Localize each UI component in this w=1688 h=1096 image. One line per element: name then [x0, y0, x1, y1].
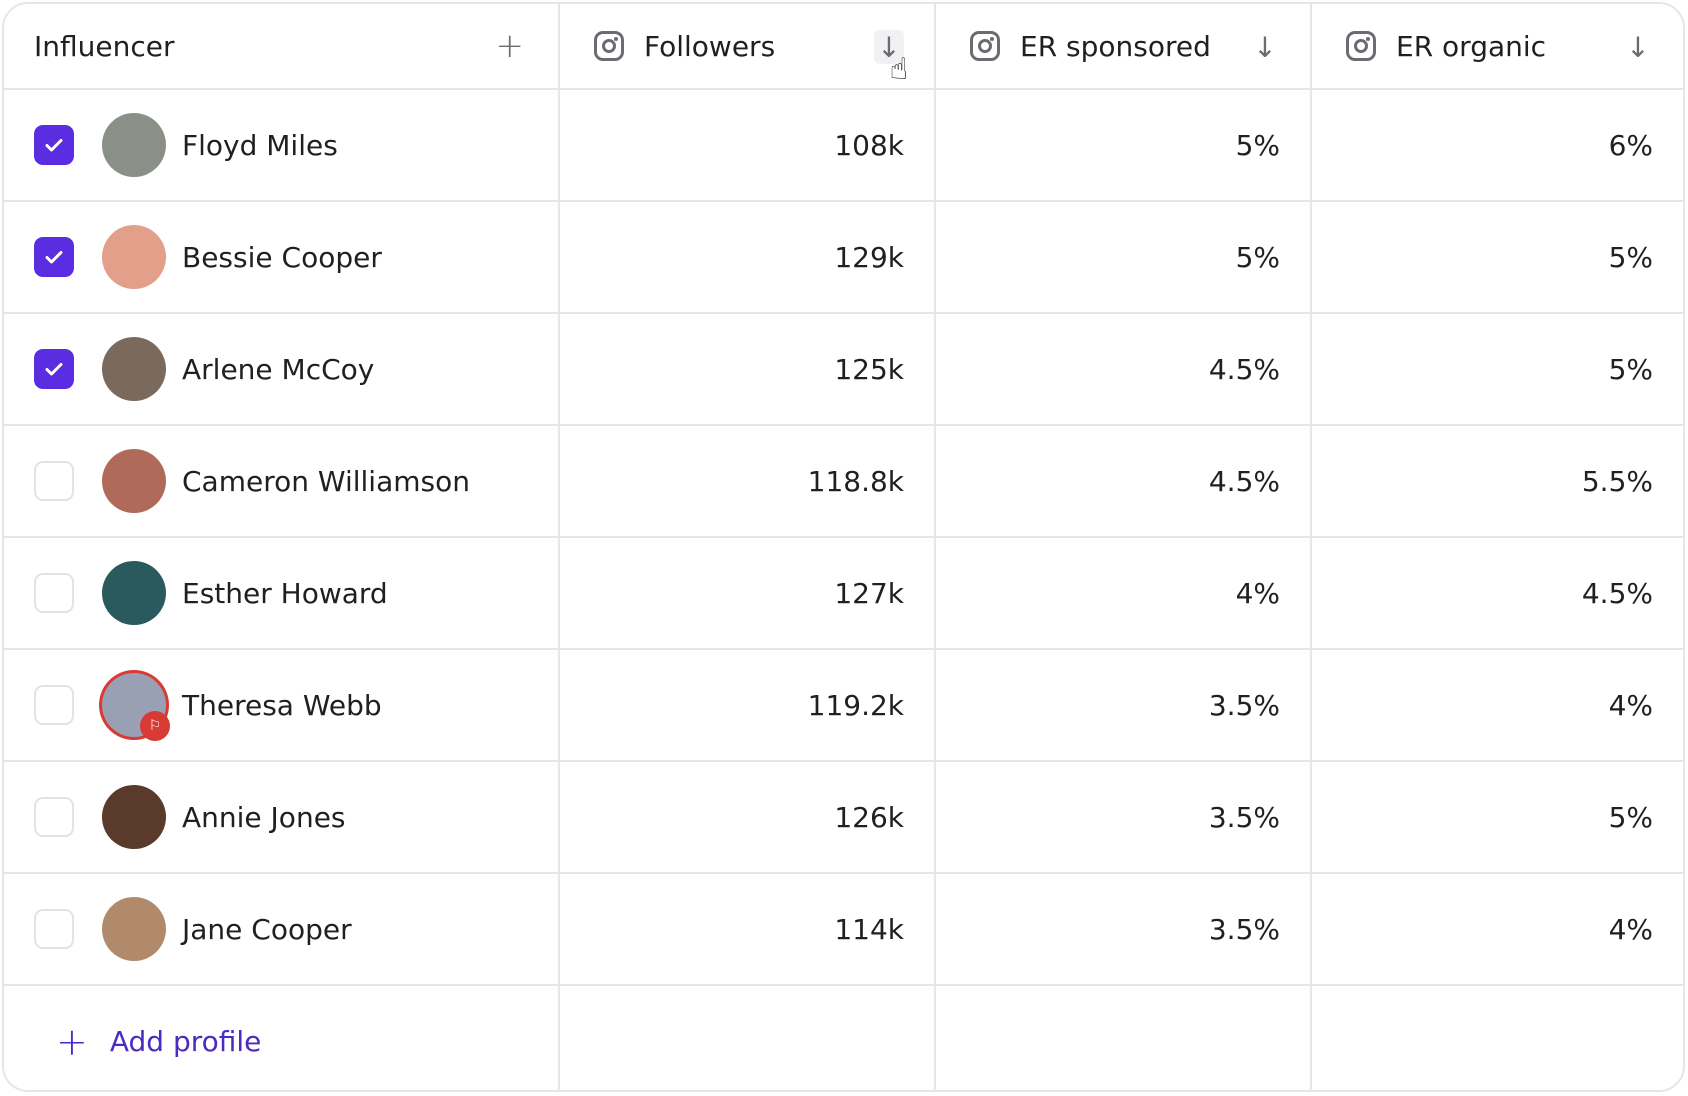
table-row[interactable]: Esther Howard 127k 4% 4.5%: [4, 538, 1683, 650]
instagram-icon: [594, 31, 624, 61]
row-checkbox[interactable]: [34, 573, 74, 613]
add-profile-button[interactable]: + Add profile: [56, 1020, 261, 1064]
influencer-cell: Annie Jones: [4, 762, 560, 874]
influencer-table: Influencer + Followers ↓ ☝ ER sponsored …: [2, 2, 1685, 1092]
sort-er-sponsored-arrow-down-icon[interactable]: ↓: [1250, 30, 1280, 64]
footer-empty-cell: [560, 986, 936, 1090]
avatar[interactable]: [102, 225, 166, 289]
header-er-organic[interactable]: ER organic ↓: [1312, 4, 1683, 90]
table-row[interactable]: Jane Cooper 114k 3.5% 4%: [4, 874, 1683, 986]
er-sponsored-cell: 3.5%: [936, 762, 1312, 874]
er-sponsored-cell: 5%: [936, 202, 1312, 314]
followers-cell: 119.2k: [560, 650, 936, 762]
influencer-cell: Cameron Williamson: [4, 426, 560, 538]
instagram-icon: [970, 31, 1000, 61]
row-checkbox[interactable]: [34, 349, 74, 389]
footer-empty-cell: [1312, 986, 1683, 1090]
influencer-cell: Esther Howard: [4, 538, 560, 650]
avatar[interactable]: [102, 449, 166, 513]
header-er-sponsored[interactable]: ER sponsored ↓: [936, 4, 1312, 90]
influencer-name[interactable]: Esther Howard: [182, 577, 388, 610]
header-followers[interactable]: Followers ↓ ☝: [560, 4, 936, 90]
followers-cell: 126k: [560, 762, 936, 874]
checkmark-icon: [45, 139, 63, 152]
header-influencer-label: Influencer: [34, 29, 175, 63]
influencer-name[interactable]: Bessie Cooper: [182, 241, 382, 274]
avatar[interactable]: [102, 897, 166, 961]
table-row[interactable]: ⚐ Theresa Webb 119.2k 3.5% 4%: [4, 650, 1683, 762]
table-row[interactable]: Bessie Cooper 129k 5% 5%: [4, 202, 1683, 314]
table-row[interactable]: Annie Jones 126k 3.5% 5%: [4, 762, 1683, 874]
avatar[interactable]: [102, 113, 166, 177]
er-organic-cell: 5%: [1312, 314, 1683, 426]
followers-cell: 129k: [560, 202, 936, 314]
table-row[interactable]: Floyd Miles 108k 5% 6%: [4, 90, 1683, 202]
er-organic-cell: 4%: [1312, 874, 1683, 986]
influencer-cell: Bessie Cooper: [4, 202, 560, 314]
er-sponsored-cell: 5%: [936, 90, 1312, 202]
row-checkbox[interactable]: [34, 125, 74, 165]
table-footer: + Add profile: [4, 986, 1683, 1090]
row-checkbox[interactable]: [34, 909, 74, 949]
hand-cursor-icon: ☝: [889, 52, 908, 87]
er-sponsored-cell: 4%: [936, 538, 1312, 650]
flag-icon: ⚐: [140, 711, 170, 741]
row-checkbox[interactable]: [34, 685, 74, 725]
header-followers-label: Followers: [644, 29, 776, 63]
influencer-name[interactable]: Theresa Webb: [182, 689, 382, 722]
plus-icon: +: [56, 1019, 88, 1064]
table-grid: Influencer + Followers ↓ ☝ ER sponsored …: [4, 4, 1683, 90]
er-sponsored-cell: 4.5%: [936, 426, 1312, 538]
header-er-organic-label: ER organic: [1396, 29, 1547, 63]
avatar[interactable]: ⚐: [102, 673, 170, 741]
er-sponsored-cell: 3.5%: [936, 650, 1312, 762]
avatar[interactable]: [102, 561, 166, 625]
row-checkbox[interactable]: [34, 797, 74, 837]
er-organic-cell: 5.5%: [1312, 426, 1683, 538]
influencer-name[interactable]: Cameron Williamson: [182, 465, 470, 498]
row-checkbox[interactable]: [34, 461, 74, 501]
header-er-sponsored-label: ER sponsored: [1020, 29, 1211, 63]
influencer-name[interactable]: Floyd Miles: [182, 129, 338, 162]
header-influencer: Influencer +: [4, 4, 560, 90]
row-checkbox[interactable]: [34, 237, 74, 277]
influencer-cell: Arlene McCoy: [4, 314, 560, 426]
add-column-plus-icon[interactable]: +: [496, 26, 525, 66]
followers-cell: 127k: [560, 538, 936, 650]
footer-empty-cell: [936, 986, 1312, 1090]
avatar[interactable]: [102, 337, 166, 401]
er-organic-cell: 6%: [1312, 90, 1683, 202]
avatar[interactable]: [102, 785, 166, 849]
er-organic-cell: 5%: [1312, 202, 1683, 314]
sort-er-organic-arrow-down-icon[interactable]: ↓: [1623, 30, 1653, 64]
er-organic-cell: 4.5%: [1312, 538, 1683, 650]
followers-cell: 118.8k: [560, 426, 936, 538]
influencer-cell: Floyd Miles: [4, 90, 560, 202]
add-profile-label: Add profile: [109, 1025, 262, 1058]
followers-cell: 125k: [560, 314, 936, 426]
er-organic-cell: 5%: [1312, 762, 1683, 874]
checkmark-icon: [45, 251, 63, 264]
influencer-cell: Jane Cooper: [4, 874, 560, 986]
er-sponsored-cell: 3.5%: [936, 874, 1312, 986]
influencer-name[interactable]: Arlene McCoy: [182, 353, 374, 386]
influencer-name[interactable]: Annie Jones: [182, 801, 346, 834]
instagram-icon: [1346, 31, 1376, 61]
checkmark-icon: [45, 363, 63, 376]
table-row[interactable]: Arlene McCoy 125k 4.5% 5%: [4, 314, 1683, 426]
er-sponsored-cell: 4.5%: [936, 314, 1312, 426]
table-row[interactable]: Cameron Williamson 118.8k 4.5% 5.5%: [4, 426, 1683, 538]
followers-cell: 114k: [560, 874, 936, 986]
add-profile-cell: + Add profile: [4, 986, 560, 1090]
influencer-name[interactable]: Jane Cooper: [182, 913, 352, 946]
influencer-cell: ⚐ Theresa Webb: [4, 650, 560, 762]
followers-cell: 108k: [560, 90, 936, 202]
er-organic-cell: 4%: [1312, 650, 1683, 762]
